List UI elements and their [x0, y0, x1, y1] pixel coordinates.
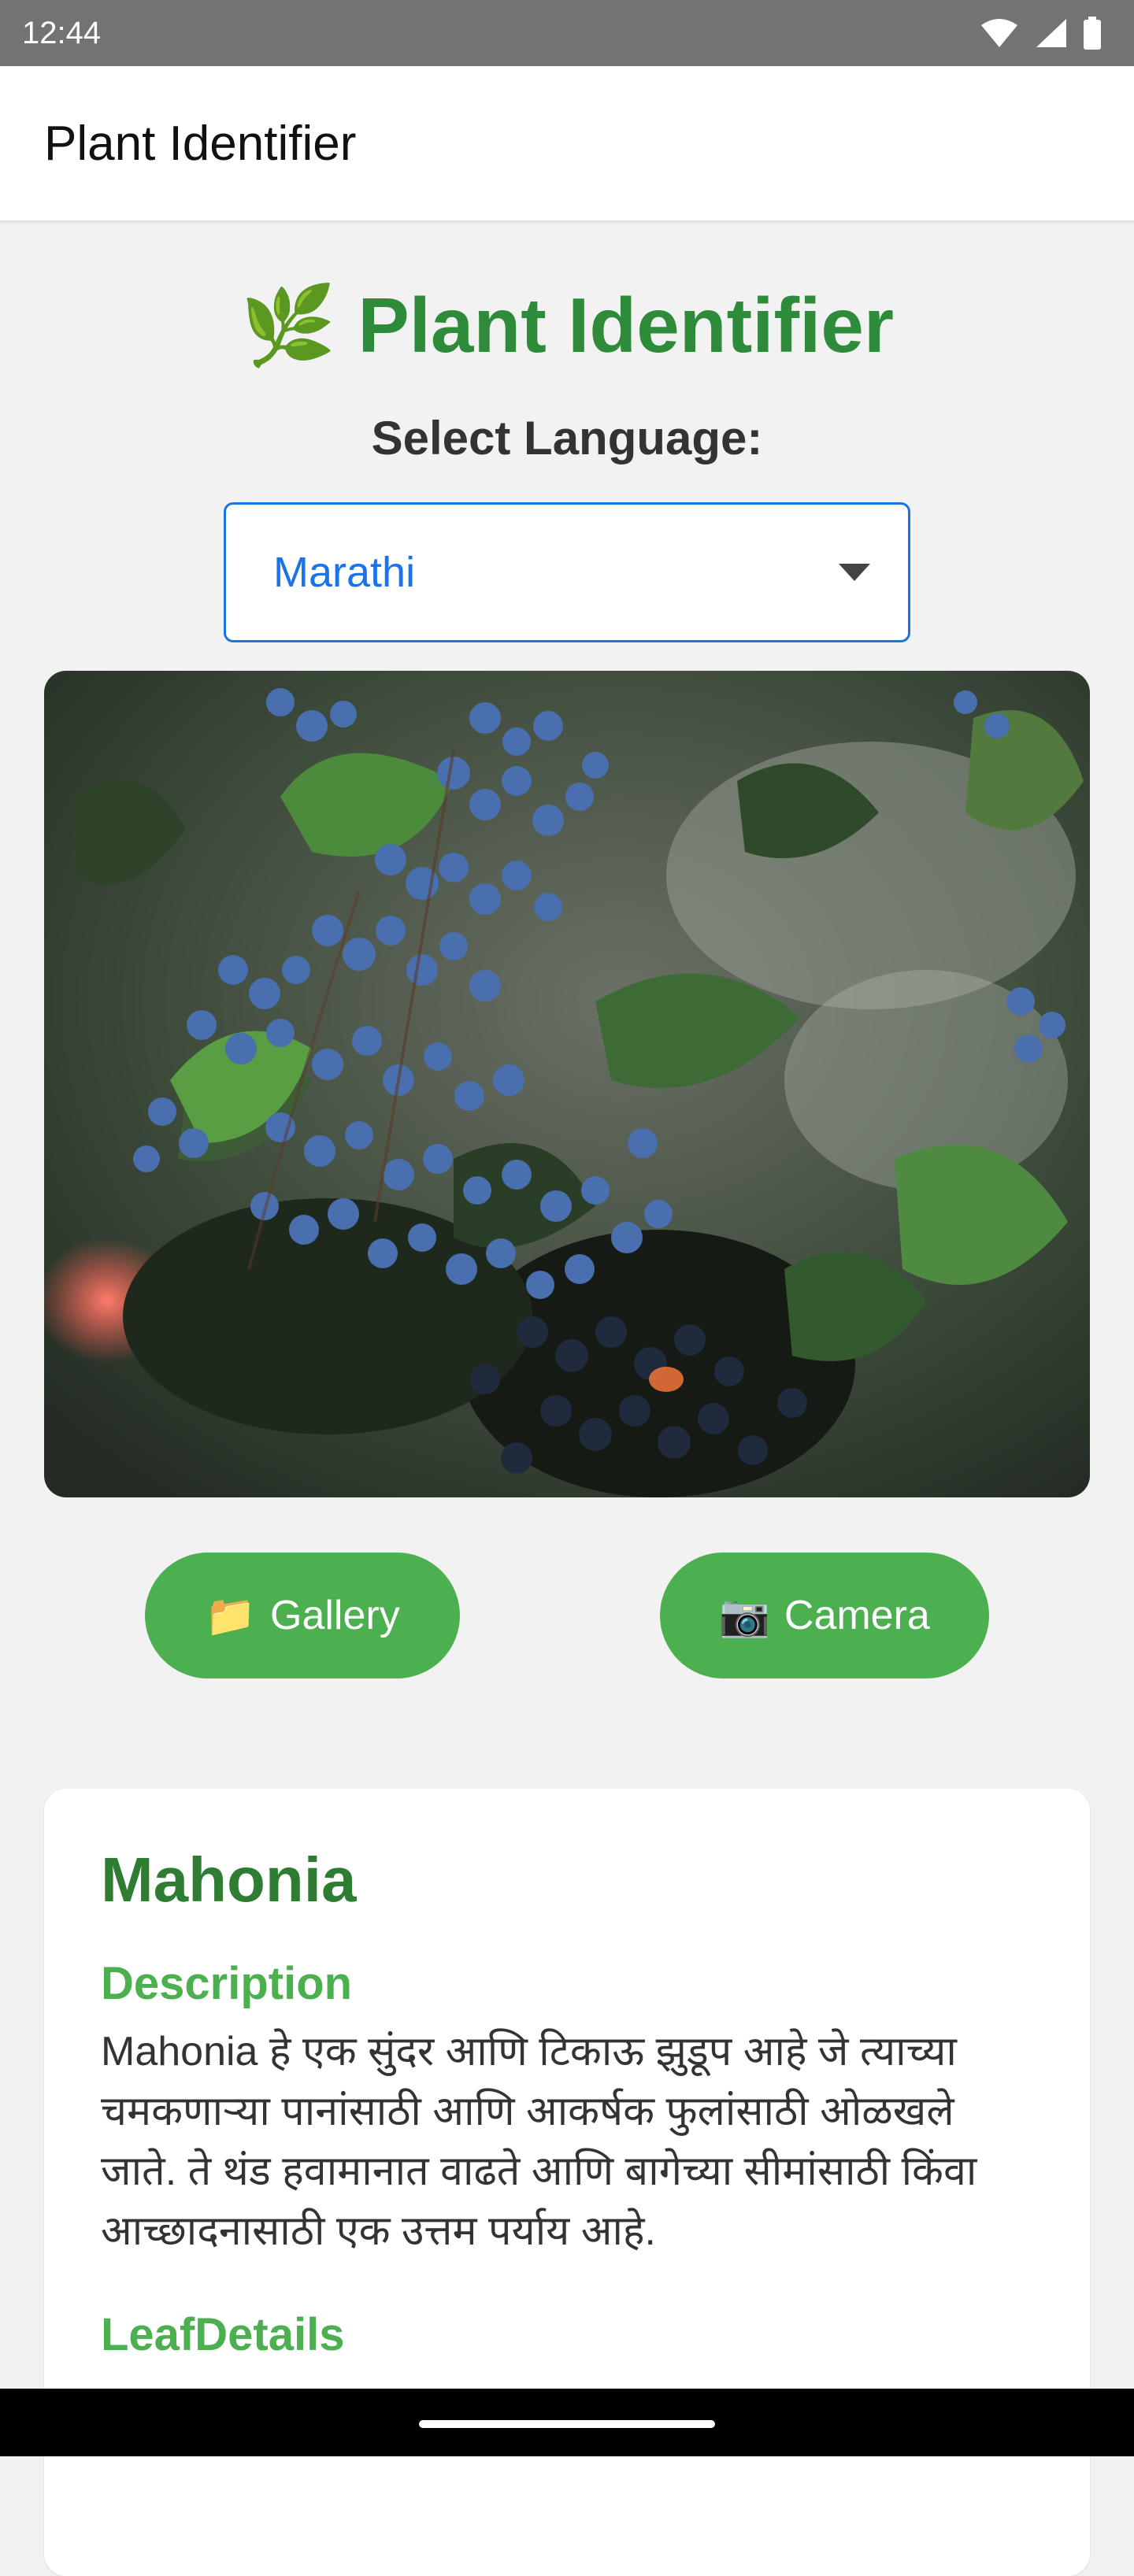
status-time: 12:44 — [22, 15, 102, 50]
app-bar: Plant Identifier — [0, 66, 1134, 220]
battery-icon — [1084, 17, 1101, 50]
plant-name: Mahonia — [101, 1845, 357, 1915]
description-text: Mahonia हे एक सुंदर आणि टिकाऊ झुडूप आहे … — [101, 2028, 977, 2254]
camera-button[interactable]: 📷 Camera — [660, 1553, 989, 1678]
language-selected-value: Marathi — [273, 549, 416, 596]
camera-button-label: Camera — [784, 1593, 930, 1638]
language-label: Select Language: — [371, 412, 763, 464]
page-title-text: Plant Identifier — [358, 282, 894, 368]
home-gesture-handle[interactable] — [419, 2420, 715, 2428]
page-title: 🌿 Plant Identifier — [0, 280, 1134, 371]
gallery-button-label: Gallery — [270, 1593, 400, 1638]
gallery-button[interactable]: 📁 Gallery — [145, 1553, 460, 1678]
status-icons — [980, 17, 1102, 50]
leaf-icon: 🌿 — [240, 282, 337, 368]
folder-icon: 📁 — [205, 1593, 257, 1639]
plant-photo — [44, 671, 1090, 1497]
signal-icon — [1036, 19, 1066, 47]
camera-icon: 📷 — [719, 1593, 770, 1639]
dropdown-arrow-icon — [839, 564, 870, 581]
description-heading: Description — [101, 1958, 353, 2009]
wifi-icon — [981, 19, 1017, 47]
language-dropdown[interactable]: Marathi — [224, 502, 910, 642]
result-card: Mahonia Description Mahonia हे एक सुंदर … — [44, 1789, 1090, 2576]
plant-photo-image — [44, 671, 1090, 1497]
status-bar: 12:44 — [0, 0, 1134, 66]
leaf-details-heading: LeafDetails — [101, 2308, 345, 2360]
app-bar-title: Plant Identifier — [44, 116, 357, 171]
